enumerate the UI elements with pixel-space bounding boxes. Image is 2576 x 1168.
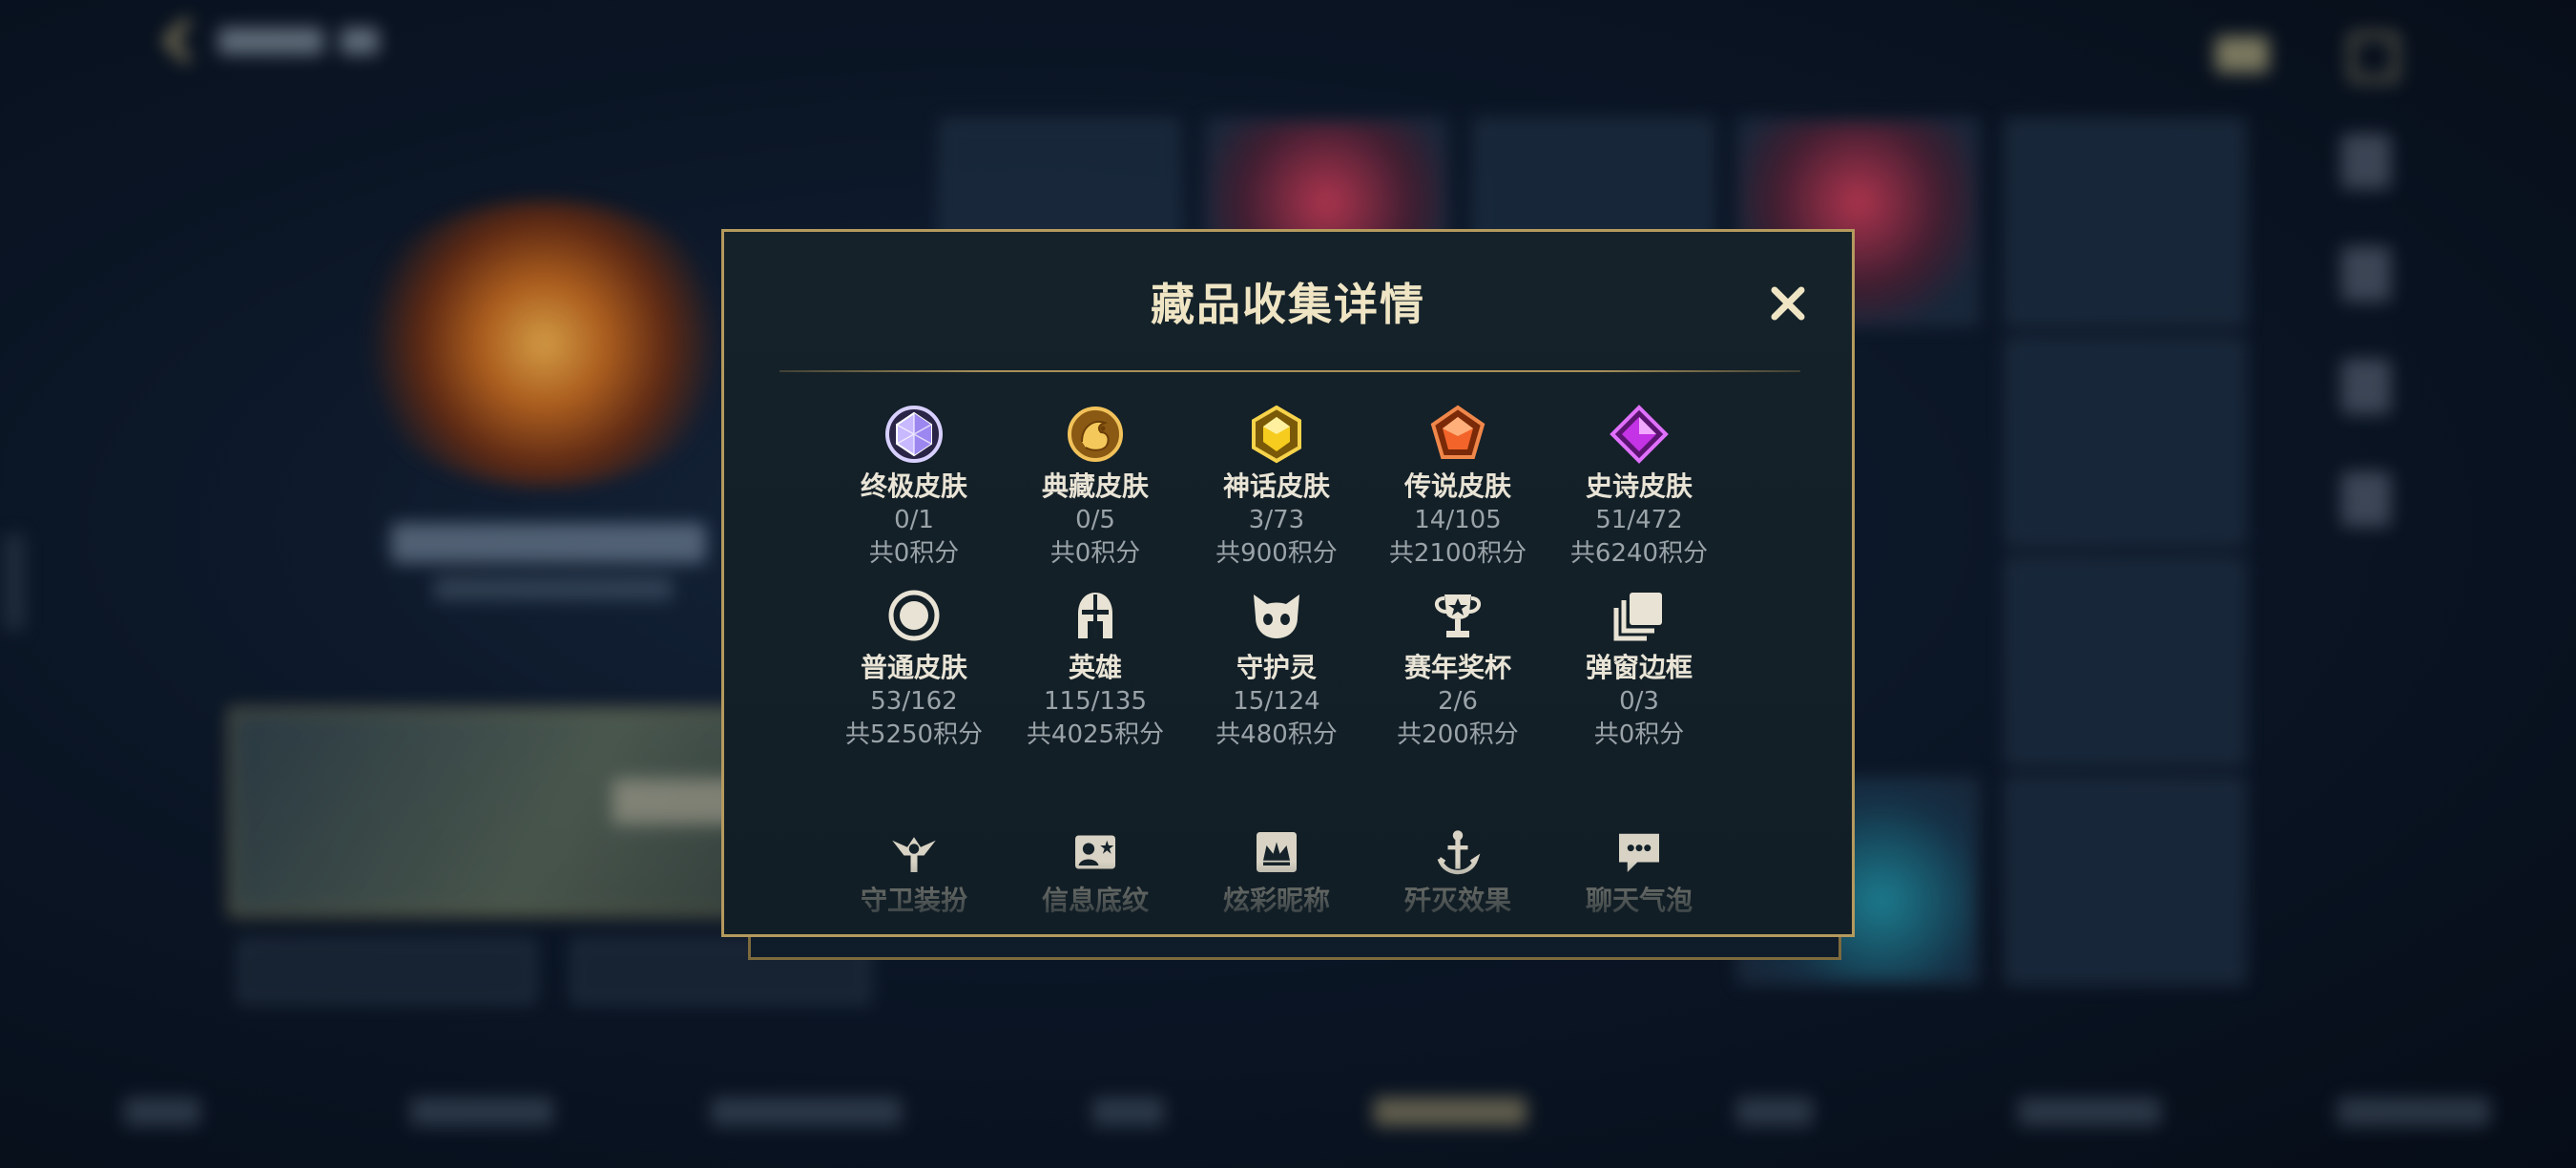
ultimate-skin-gem-icon bbox=[885, 406, 943, 463]
settings-icon bbox=[2349, 32, 2399, 82]
collection-label: 信息底纹 bbox=[1041, 885, 1149, 916]
collection-item[interactable]: 信息底纹 bbox=[1005, 825, 1186, 917]
mail-icon bbox=[2215, 36, 2269, 73]
collection-label: 英雄 bbox=[1068, 652, 1122, 683]
collection-points: 共480积分 bbox=[1215, 720, 1338, 749]
collection-points: 共6240积分 bbox=[1569, 539, 1709, 568]
collection-points: 共200积分 bbox=[1397, 720, 1519, 749]
profile-banner-icon bbox=[1075, 835, 1115, 869]
collection-label: 守卫装扮 bbox=[860, 885, 967, 916]
background-tab-button bbox=[239, 940, 535, 1003]
back-chevron-icon bbox=[163, 18, 208, 63]
collection-item[interactable]: 歼灭效果 bbox=[1367, 825, 1548, 917]
collection-label: 歼灭效果 bbox=[1403, 885, 1511, 916]
collection-points: 共4025积分 bbox=[1026, 720, 1165, 749]
collection-label: 聊天气泡 bbox=[1585, 885, 1693, 916]
collection-label: 终极皮肤 bbox=[860, 470, 967, 502]
back-navigation bbox=[163, 18, 379, 63]
collection-label: 普通皮肤 bbox=[860, 652, 967, 683]
collection-item[interactable]: 英雄 115/135 共4025积分 bbox=[1005, 585, 1186, 751]
mythic-skin-gem-icon bbox=[1252, 405, 1301, 464]
hero-helmet-icon bbox=[1078, 593, 1112, 638]
collection-label: 炫彩昵称 bbox=[1222, 885, 1330, 916]
background-banner-panel bbox=[229, 708, 771, 916]
background-card bbox=[2005, 558, 2245, 764]
collection-count: 0/3 bbox=[1619, 687, 1659, 716]
background-bottom-tabs bbox=[0, 1078, 2576, 1145]
dialog-title: 藏品收集详情 bbox=[1151, 279, 1425, 330]
collection-count: 14/105 bbox=[1414, 506, 1502, 534]
collection-count: 115/135 bbox=[1043, 687, 1147, 716]
collection-count: 51/472 bbox=[1595, 506, 1683, 534]
collection-points: 共2100积分 bbox=[1388, 539, 1527, 568]
background-card bbox=[2005, 339, 2245, 545]
collection-label: 弹窗边框 bbox=[1585, 652, 1693, 683]
close-icon bbox=[1771, 286, 1805, 321]
collection-points: 共0积分 bbox=[1049, 539, 1141, 568]
breadcrumb-placeholder bbox=[218, 27, 323, 54]
common-skin-ring-icon bbox=[888, 590, 940, 641]
collection-item[interactable]: 典藏皮肤 0/5 共0积分 bbox=[1005, 404, 1186, 570]
legendary-skin-gem-icon bbox=[1430, 405, 1485, 459]
collection-item[interactable]: 守卫装扮 bbox=[823, 825, 1005, 917]
collection-count: 53/162 bbox=[870, 687, 958, 716]
collection-label: 守护灵 bbox=[1236, 652, 1317, 683]
background-card bbox=[2005, 119, 2245, 325]
collection-item[interactable]: 守护灵 15/124 共480积分 bbox=[1186, 585, 1367, 751]
epic-skin-gem-icon bbox=[1610, 405, 1669, 464]
collection-item[interactable]: 神话皮肤 3/73 共900积分 bbox=[1186, 404, 1367, 570]
collection-label: 史诗皮肤 bbox=[1585, 470, 1693, 502]
collection-details-dialog: 藏品收集详情 终极皮肤 0/1 共0积分 典藏皮肤 0/5 共0积分 神话皮肤 … bbox=[721, 229, 1855, 937]
collection-count: 2/6 bbox=[1438, 687, 1478, 716]
collection-points: 共5250积分 bbox=[844, 720, 984, 749]
collection-label: 传说皮肤 bbox=[1403, 470, 1511, 502]
chat-bubble-icon bbox=[1619, 833, 1659, 872]
collection-label: 典藏皮肤 bbox=[1041, 470, 1149, 502]
close-button[interactable] bbox=[1762, 278, 1814, 329]
background-right-toolbar bbox=[2328, 134, 2404, 534]
colorful-nickname-icon bbox=[1257, 832, 1297, 872]
collection-points: 共900积分 bbox=[1215, 539, 1338, 568]
collection-count: 0/1 bbox=[894, 506, 934, 534]
collection-item[interactable]: 传说皮肤 14/105 共2100积分 bbox=[1367, 404, 1548, 570]
background-card bbox=[2005, 778, 2245, 984]
collection-rank-name bbox=[391, 523, 706, 563]
breadcrumb-placeholder bbox=[341, 27, 379, 54]
collection-item[interactable]: 史诗皮肤 51/472 共6240积分 bbox=[1548, 404, 1730, 570]
collection-item[interactable]: 终极皮肤 0/1 共0积分 bbox=[823, 404, 1005, 570]
ward-skin-icon bbox=[892, 837, 936, 872]
popup-frame-icon bbox=[1613, 593, 1662, 641]
collection-rank-subtitle bbox=[434, 577, 673, 600]
collection-item[interactable]: 聊天气泡 bbox=[1548, 825, 1730, 917]
collection-points: 共0积分 bbox=[868, 539, 960, 568]
elimination-effect-icon bbox=[1437, 830, 1481, 875]
collection-item[interactable]: 炫彩昵称 bbox=[1186, 825, 1367, 917]
title-divider bbox=[779, 370, 1800, 372]
collection-item[interactable]: 赛年奖杯 2/6 共200积分 bbox=[1367, 585, 1548, 751]
guardian-spirit-cat-icon bbox=[1254, 594, 1299, 638]
collection-count: 0/5 bbox=[1075, 506, 1115, 534]
collection-label: 赛年奖杯 bbox=[1403, 652, 1511, 683]
collection-count: 15/124 bbox=[1233, 687, 1320, 716]
background-side-code bbox=[4, 534, 25, 630]
trophy-icon bbox=[1435, 594, 1481, 637]
collection-label: 神话皮肤 bbox=[1222, 470, 1330, 502]
collection-grid-partial-row: 守卫装扮 信息底纹 炫彩昵称 歼灭效果 聊天气泡 bbox=[724, 825, 1852, 930]
collection-level-emblem bbox=[343, 200, 744, 487]
treasure-skin-dragon-icon bbox=[1068, 407, 1123, 462]
collection-item[interactable]: 弹窗边框 0/3 共0积分 bbox=[1548, 585, 1730, 751]
collection-item[interactable]: 普通皮肤 53/162 共5250积分 bbox=[823, 585, 1005, 751]
collection-points: 共0积分 bbox=[1593, 720, 1685, 749]
collection-count: 3/73 bbox=[1248, 506, 1305, 534]
